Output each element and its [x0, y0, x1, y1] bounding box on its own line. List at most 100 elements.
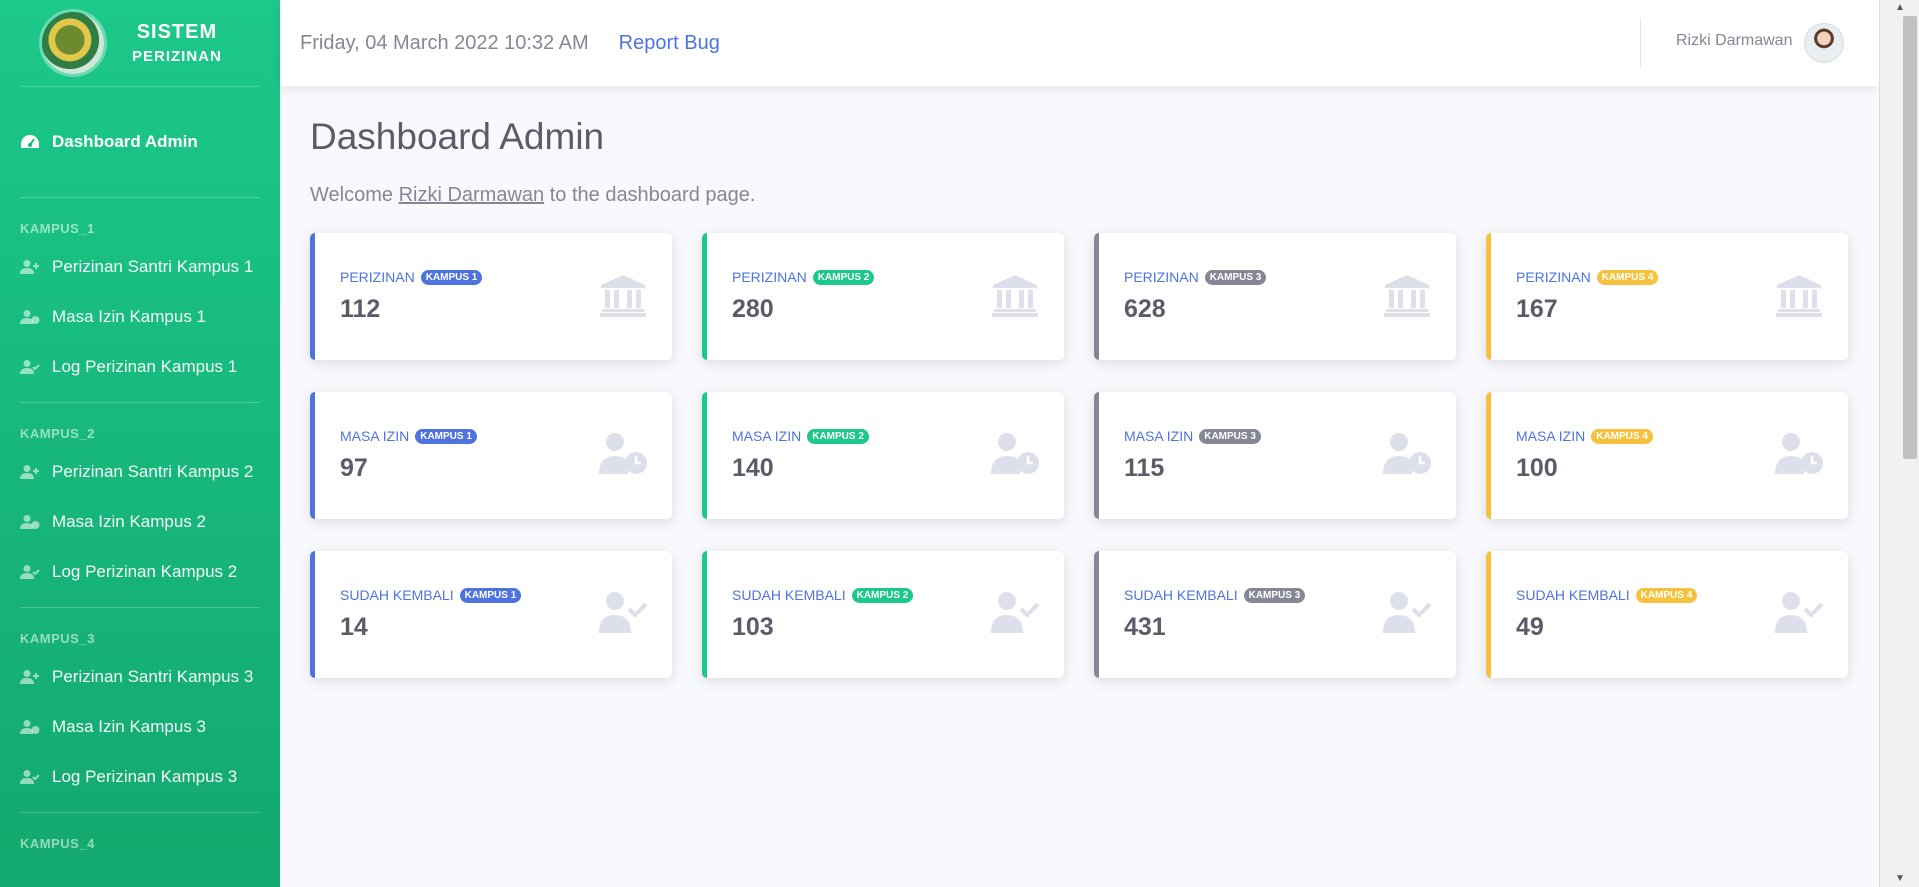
user-name[interactable]: Rizki Darmawan — [1676, 32, 1792, 50]
stat-card-title: SUDAH KEMBALI — [340, 587, 454, 603]
user-check-icon — [991, 591, 1040, 635]
sidebar-item-label: Perizinan Santri Kampus 2 — [52, 462, 254, 481]
scroll-thumb[interactable] — [1903, 16, 1917, 459]
report-bug-link[interactable]: Report Bug — [619, 32, 720, 55]
sidebar-item-perizinan-kampus-3[interactable]: Perizinan Santri Kampus 3 — [0, 652, 280, 702]
sidebar-section-kampus-3: KAMPUS_3 — [20, 631, 95, 646]
sidebar-item-label: Perizinan Santri Kampus 1 — [52, 257, 254, 276]
stat-card[interactable]: SUDAH KEMBALI KAMPUS 4 49 — [1486, 551, 1848, 678]
stat-card[interactable]: PERIZINAN KAMPUS 4 167 — [1486, 233, 1848, 360]
campus-badge: KAMPUS 3 — [1199, 428, 1261, 444]
campus-badge: KAMPUS 2 — [807, 428, 869, 444]
campus-badge: KAMPUS 2 — [812, 269, 875, 285]
user-check-icon — [20, 769, 40, 785]
scroll-up-icon[interactable]: ▲ — [1880, 0, 1919, 16]
user-clock-icon — [1383, 432, 1431, 476]
campus-badge: KAMPUS 1 — [459, 587, 522, 603]
user-check-icon — [1383, 591, 1432, 635]
stat-card[interactable]: SUDAH KEMBALI KAMPUS 3 431 — [1094, 551, 1456, 678]
stat-card-title: MASA IZIN — [1516, 428, 1586, 444]
building-icon — [599, 273, 647, 317]
campus-badge: KAMPUS 2 — [851, 587, 914, 603]
brand-logo — [42, 12, 104, 74]
sidebar-item-log-kampus-3[interactable]: Log Perizinan Kampus 3 — [0, 752, 280, 802]
sidebar-item-label: Masa Izin Kampus 1 — [52, 307, 207, 326]
stat-card-title: MASA IZIN — [340, 428, 410, 444]
scrollbar[interactable]: ▲ ▼ — [1879, 0, 1919, 887]
brand-line-1: SISTEM — [136, 21, 218, 43]
sidebar-section-kampus-2: KAMPUS_2 — [20, 426, 95, 441]
stat-card[interactable]: MASA IZIN KAMPUS 1 97 — [310, 392, 672, 519]
campus-badge: KAMPUS 4 — [1596, 269, 1659, 285]
sidebar-item-dashboard[interactable]: Dashboard Admin — [0, 87, 280, 197]
welcome-pre: Welcome — [310, 184, 393, 206]
avatar[interactable] — [1804, 23, 1844, 63]
sidebar-item-perizinan-kampus-2[interactable]: Perizinan Santri Kampus 2 — [0, 447, 280, 497]
stat-card[interactable]: PERIZINAN KAMPUS 3 628 — [1094, 233, 1456, 360]
stat-card[interactable]: PERIZINAN KAMPUS 2 280 — [702, 233, 1064, 360]
scroll-down-icon[interactable]: ▼ — [1880, 871, 1919, 887]
sidebar-item-log-kampus-1[interactable]: Log Perizinan Kampus 1 — [0, 342, 280, 392]
stat-card-title: MASA IZIN — [1124, 428, 1194, 444]
user-plus-icon — [20, 464, 40, 480]
main-content: Dashboard Admin Welcome Rizki Darmawan t… — [310, 86, 1850, 678]
welcome-user-link[interactable]: Rizki Darmawan — [399, 184, 545, 206]
user-clock-icon — [20, 309, 40, 325]
user-clock-icon — [20, 719, 40, 735]
stat-card-title: PERIZINAN — [340, 269, 415, 285]
stat-card[interactable]: SUDAH KEMBALI KAMPUS 2 103 — [702, 551, 1064, 678]
sidebar-item-label: Masa Izin Kampus 2 — [52, 512, 207, 531]
stat-card-title: SUDAH KEMBALI — [732, 587, 846, 603]
stat-card-title: MASA IZIN — [732, 428, 802, 444]
user-clock-icon — [1775, 432, 1823, 476]
campus-badge: KAMPUS 4 — [1591, 428, 1653, 444]
topbar: Friday, 04 March 2022 10:32 AM Report Bu… — [280, 0, 1879, 86]
stat-card[interactable]: SUDAH KEMBALI KAMPUS 1 14 — [310, 551, 672, 678]
sidebar-item-label: Log Perizinan Kampus 3 — [52, 767, 238, 786]
campus-badge: KAMPUS 3 — [1204, 269, 1267, 285]
campus-badge: KAMPUS 1 — [415, 428, 477, 444]
stats-grid: PERIZINAN KAMPUS 1 112 PERIZINAN KAMPUS 2 28… — [310, 233, 1850, 678]
sidebar-section-kampus-1: KAMPUS_1 — [20, 221, 95, 236]
user-clock-icon — [991, 432, 1039, 476]
user-check-icon — [20, 359, 40, 375]
user-check-icon — [1775, 591, 1824, 635]
sidebar-item-label: Perizinan Santri Kampus 3 — [52, 667, 254, 686]
welcome-post: to the dashboard page. — [549, 184, 756, 206]
current-datetime: Friday, 04 March 2022 10:32 AM — [300, 31, 589, 54]
sidebar-item-label: Dashboard Admin — [52, 132, 198, 151]
campus-badge: KAMPUS 3 — [1243, 587, 1306, 603]
tachometer-icon — [20, 134, 40, 150]
stat-card[interactable]: MASA IZIN KAMPUS 2 140 — [702, 392, 1064, 519]
stat-card[interactable]: MASA IZIN KAMPUS 3 115 — [1094, 392, 1456, 519]
sidebar-item-label: Log Perizinan Kampus 1 — [52, 357, 238, 376]
building-icon — [1383, 273, 1431, 317]
sidebar-item-label: Log Perizinan Kampus 2 — [52, 562, 238, 581]
brand-title: SISTEM PERIZINAN — [132, 21, 222, 65]
sidebar-item-masa-izin-kampus-1[interactable]: Masa Izin Kampus 1 — [0, 292, 280, 342]
sidebar-section-kampus-4: KAMPUS_4 — [20, 836, 95, 851]
sidebar-item-log-kampus-2[interactable]: Log Perizinan Kampus 2 — [0, 547, 280, 597]
stat-card-title: PERIZINAN — [1516, 269, 1591, 285]
sidebar-item-masa-izin-kampus-2[interactable]: Masa Izin Kampus 2 — [0, 497, 280, 547]
stat-card[interactable]: PERIZINAN KAMPUS 1 112 — [310, 233, 672, 360]
brand-line-2: PERIZINAN — [132, 48, 222, 65]
building-icon — [991, 273, 1039, 317]
welcome-text: Welcome Rizki Darmawan to the dashboard … — [310, 184, 1850, 207]
campus-badge: KAMPUS 4 — [1635, 587, 1698, 603]
sidebar: SISTEM PERIZINAN Dashboard Admin KAMPUS_… — [0, 0, 280, 887]
stat-card-title: PERIZINAN — [732, 269, 807, 285]
stat-card[interactable]: MASA IZIN KAMPUS 4 100 — [1486, 392, 1848, 519]
stat-card-title: SUDAH KEMBALI — [1516, 587, 1630, 603]
user-plus-icon — [20, 259, 40, 275]
sidebar-brand[interactable]: SISTEM PERIZINAN — [0, 0, 280, 86]
sidebar-item-label: Masa Izin Kampus 3 — [52, 717, 207, 736]
user-clock-icon — [599, 432, 647, 476]
user-plus-icon — [20, 669, 40, 685]
user-check-icon — [599, 591, 648, 635]
building-icon — [1775, 273, 1823, 317]
sidebar-item-masa-izin-kampus-3[interactable]: Masa Izin Kampus 3 — [0, 702, 280, 752]
sidebar-item-perizinan-kampus-1[interactable]: Perizinan Santri Kampus 1 — [0, 242, 280, 292]
user-clock-icon — [20, 514, 40, 530]
user-check-icon — [20, 564, 40, 580]
